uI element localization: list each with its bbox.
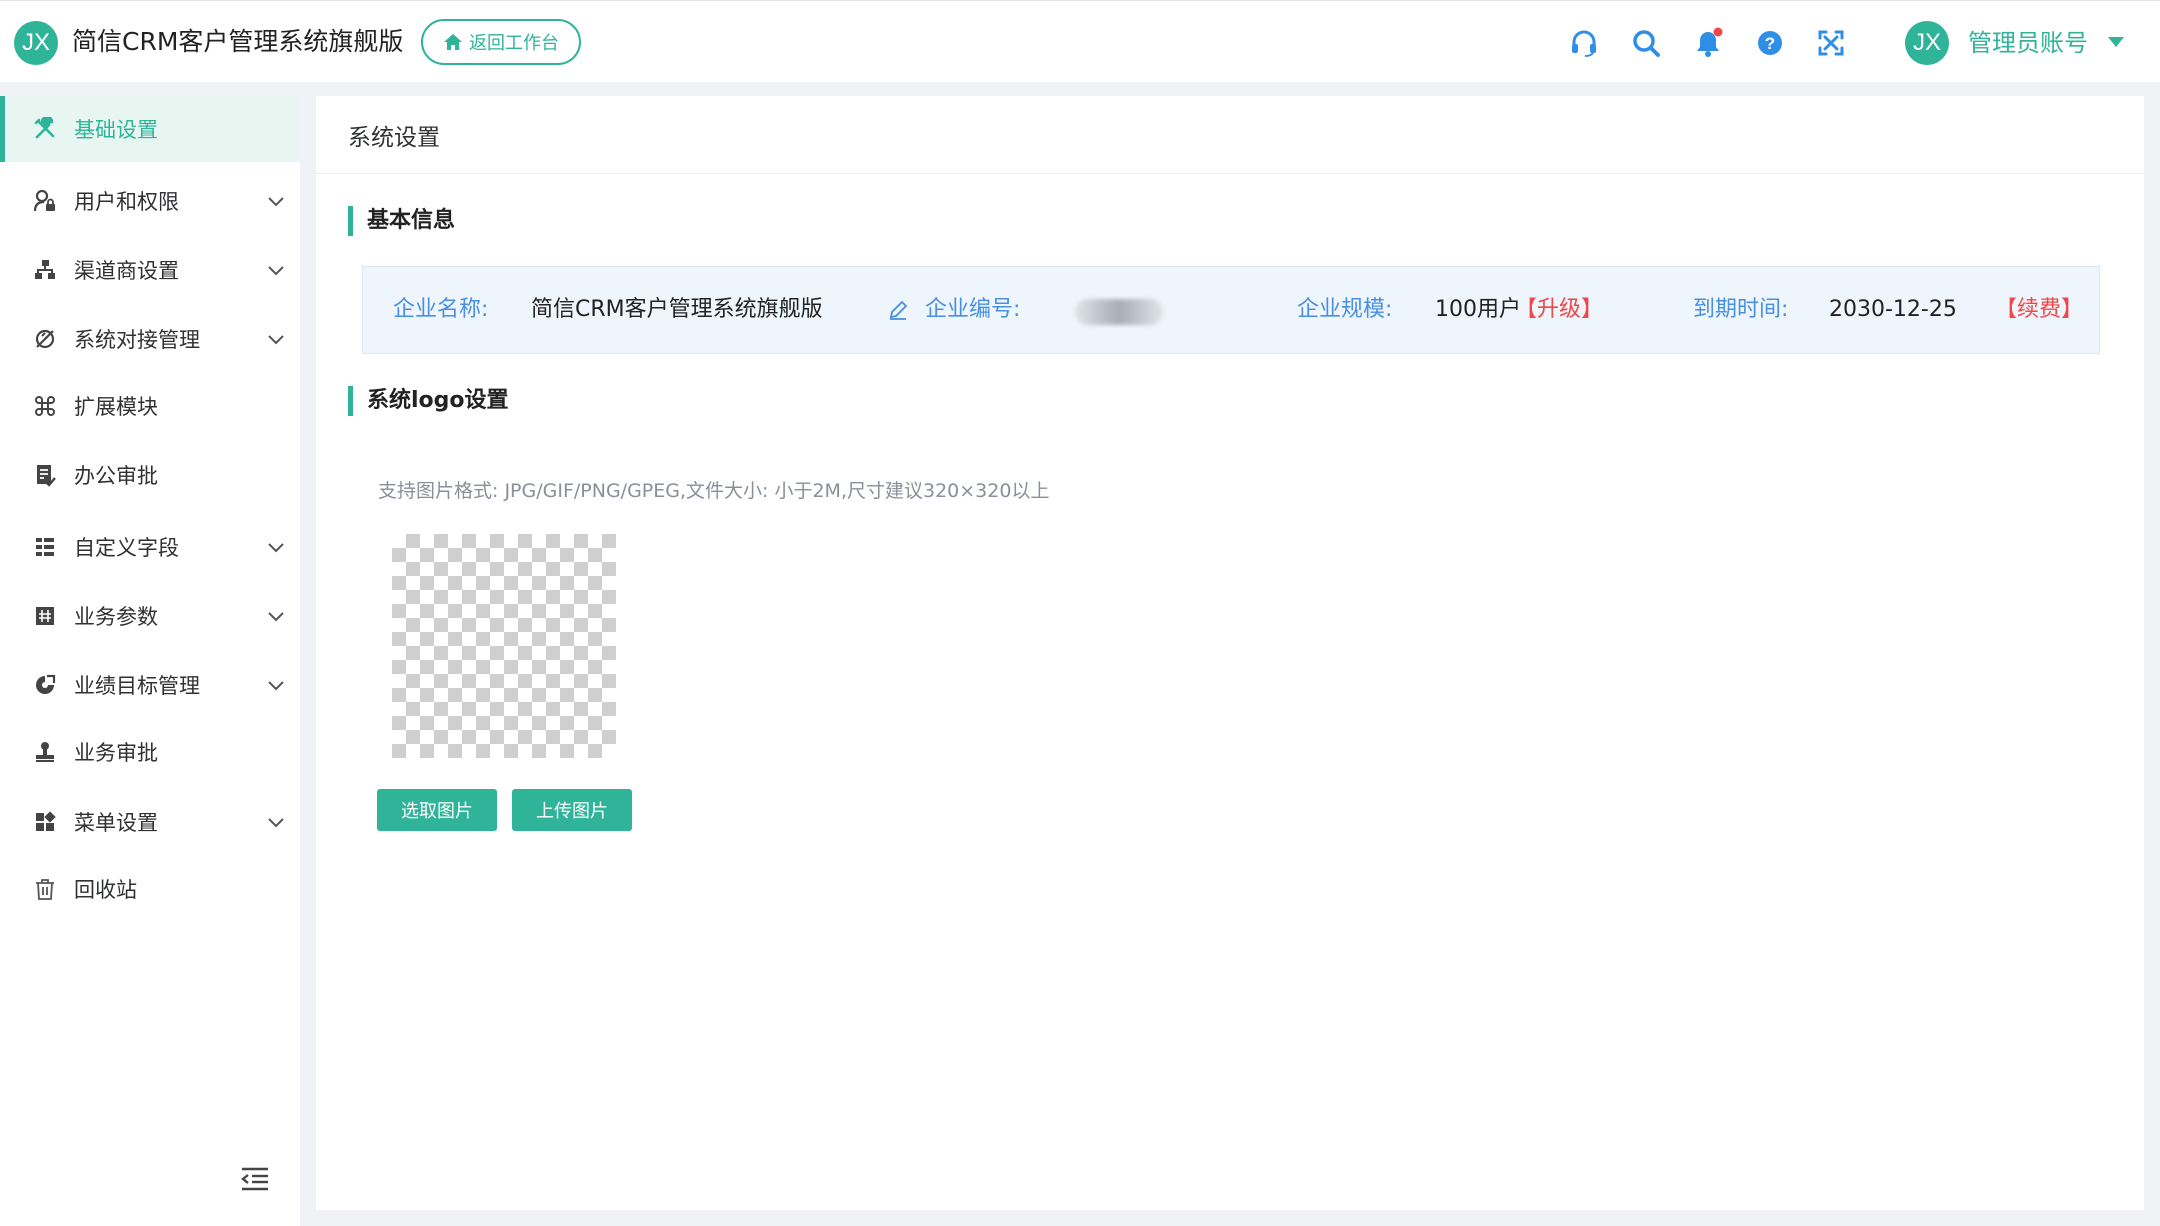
user-lock-icon (32, 188, 58, 214)
sidebar-item-label: 业务审批 (74, 741, 158, 765)
company-name-value: 简信CRM客户管理系统旗舰版 (531, 297, 823, 322)
sidebar-item-performance-goals[interactable]: 业绩目标管理 (0, 652, 300, 718)
select-image-button[interactable]: 选取图片 (377, 789, 497, 831)
company-name-label: 企业名称: (393, 297, 489, 322)
sidebar-item-user-permissions[interactable]: 用户和权限 (0, 168, 300, 234)
sidebar-item-label: 系统对接管理 (74, 328, 200, 352)
section-title-basic-info: 基本信息 (348, 206, 455, 236)
plug-icon (32, 326, 58, 352)
sidebar: 基础设置 用户和权限 渠道商设置 系统对接管理 扩展模块 办公审批 自定义字段 … (0, 96, 300, 1226)
page-title: 系统设置 (348, 125, 440, 151)
sidebar-item-label: 扩展模块 (74, 395, 158, 419)
back-button-label: 返回工作台 (469, 33, 559, 54)
sidebar-item-label: 自定义字段 (74, 536, 179, 560)
page-header: 系统设置 (316, 96, 2144, 174)
sidebar-item-recycle-bin[interactable]: 回收站 (0, 856, 300, 922)
sidebar-item-custom-fields[interactable]: 自定义字段 (0, 514, 300, 580)
upload-image-button[interactable]: 上传图片 (512, 789, 632, 831)
renew-link[interactable]: 【续费】 (1995, 293, 2083, 327)
chevron-down-icon (268, 197, 284, 207)
company-code-redacted (1075, 299, 1163, 325)
sidebar-item-office-approval[interactable]: 办公审批 (0, 442, 300, 508)
collapse-menu-icon[interactable] (240, 1166, 270, 1192)
sidebar-item-label: 用户和权限 (74, 190, 179, 214)
help-icon[interactable]: ? (1754, 27, 1786, 59)
org-chart-icon (32, 257, 58, 283)
expire-date-value: 2030-12-25 (1829, 297, 1957, 322)
expire-label: 到期时间: (1693, 297, 1789, 322)
tools-icon (32, 116, 58, 142)
target-icon (32, 672, 58, 698)
search-icon[interactable] (1630, 27, 1662, 59)
sidebar-item-label: 办公审批 (74, 464, 158, 488)
upload-hint: 支持图片格式: JPG/GIF/PNG/GPEG,文件大小: 小于2M,尺寸建议… (378, 480, 1050, 502)
back-to-workbench-button[interactable]: 返回工作台 (421, 19, 581, 65)
app-title: 简信CRM客户管理系统旗舰版 (72, 27, 404, 56)
sidebar-item-channel-settings[interactable]: 渠道商设置 (0, 237, 300, 303)
logo-preview (392, 534, 616, 758)
chevron-down-icon (268, 335, 284, 345)
trash-icon (32, 876, 58, 902)
headset-icon[interactable] (1568, 27, 1600, 59)
caret-down-icon[interactable] (2108, 37, 2124, 47)
basic-info-panel: 企业名称: 简信CRM客户管理系统旗舰版 企业编号: 企业规模: 100用户 【… (362, 266, 2100, 354)
svg-text:?: ? (1765, 34, 1775, 53)
fullscreen-icon[interactable] (1815, 27, 1847, 59)
sidebar-item-basic-settings[interactable]: 基础设置 (0, 96, 300, 162)
company-scale-label: 企业规模: (1297, 297, 1393, 322)
company-scale-value: 100用户 (1435, 297, 1521, 322)
sidebar-item-label: 渠道商设置 (74, 259, 179, 283)
stamp-icon (32, 739, 58, 765)
chevron-down-icon (268, 266, 284, 276)
bell-icon[interactable] (1692, 27, 1724, 59)
top-header: JX 简信CRM客户管理系统旗舰版 返回工作台 ? JX 管理员账号 (0, 0, 2160, 82)
app-logo: JX (14, 21, 58, 65)
chevron-down-icon (268, 681, 284, 691)
home-icon (444, 34, 462, 50)
sidebar-item-business-approval[interactable]: 业务审批 (0, 719, 300, 785)
user-name[interactable]: 管理员账号 (1968, 27, 2088, 59)
sidebar-item-extensions[interactable]: 扩展模块 (0, 373, 300, 439)
list-icon (32, 534, 58, 560)
main-content: 系统设置 基本信息 企业名称: 简信CRM客户管理系统旗舰版 企业编号: 企业规… (316, 96, 2144, 1210)
section-title-logo: 系统logo设置 (348, 386, 509, 416)
sidebar-item-label: 回收站 (74, 878, 137, 902)
sidebar-item-label: 基础设置 (74, 118, 158, 142)
sidebar-item-label: 菜单设置 (74, 811, 158, 835)
user-avatar[interactable]: JX (1905, 21, 1949, 65)
sidebar-item-menu-settings[interactable]: 菜单设置 (0, 789, 300, 855)
upgrade-link[interactable]: 【升级】 (1515, 293, 1603, 327)
document-approve-icon (32, 462, 58, 488)
sidebar-item-label: 业绩目标管理 (74, 674, 200, 698)
sidebar-item-business-params[interactable]: 业务参数 (0, 583, 300, 649)
chevron-down-icon (268, 543, 284, 553)
sidebar-item-system-integration[interactable]: 系统对接管理 (0, 306, 300, 372)
chevron-down-icon (268, 612, 284, 622)
apps-icon (32, 809, 58, 835)
sidebar-item-label: 业务参数 (74, 605, 158, 629)
command-icon (32, 393, 58, 419)
grid-icon (32, 603, 58, 629)
chevron-down-icon (268, 818, 284, 828)
edit-icon[interactable] (887, 299, 909, 321)
company-code-label: 企业编号: (925, 297, 1021, 322)
